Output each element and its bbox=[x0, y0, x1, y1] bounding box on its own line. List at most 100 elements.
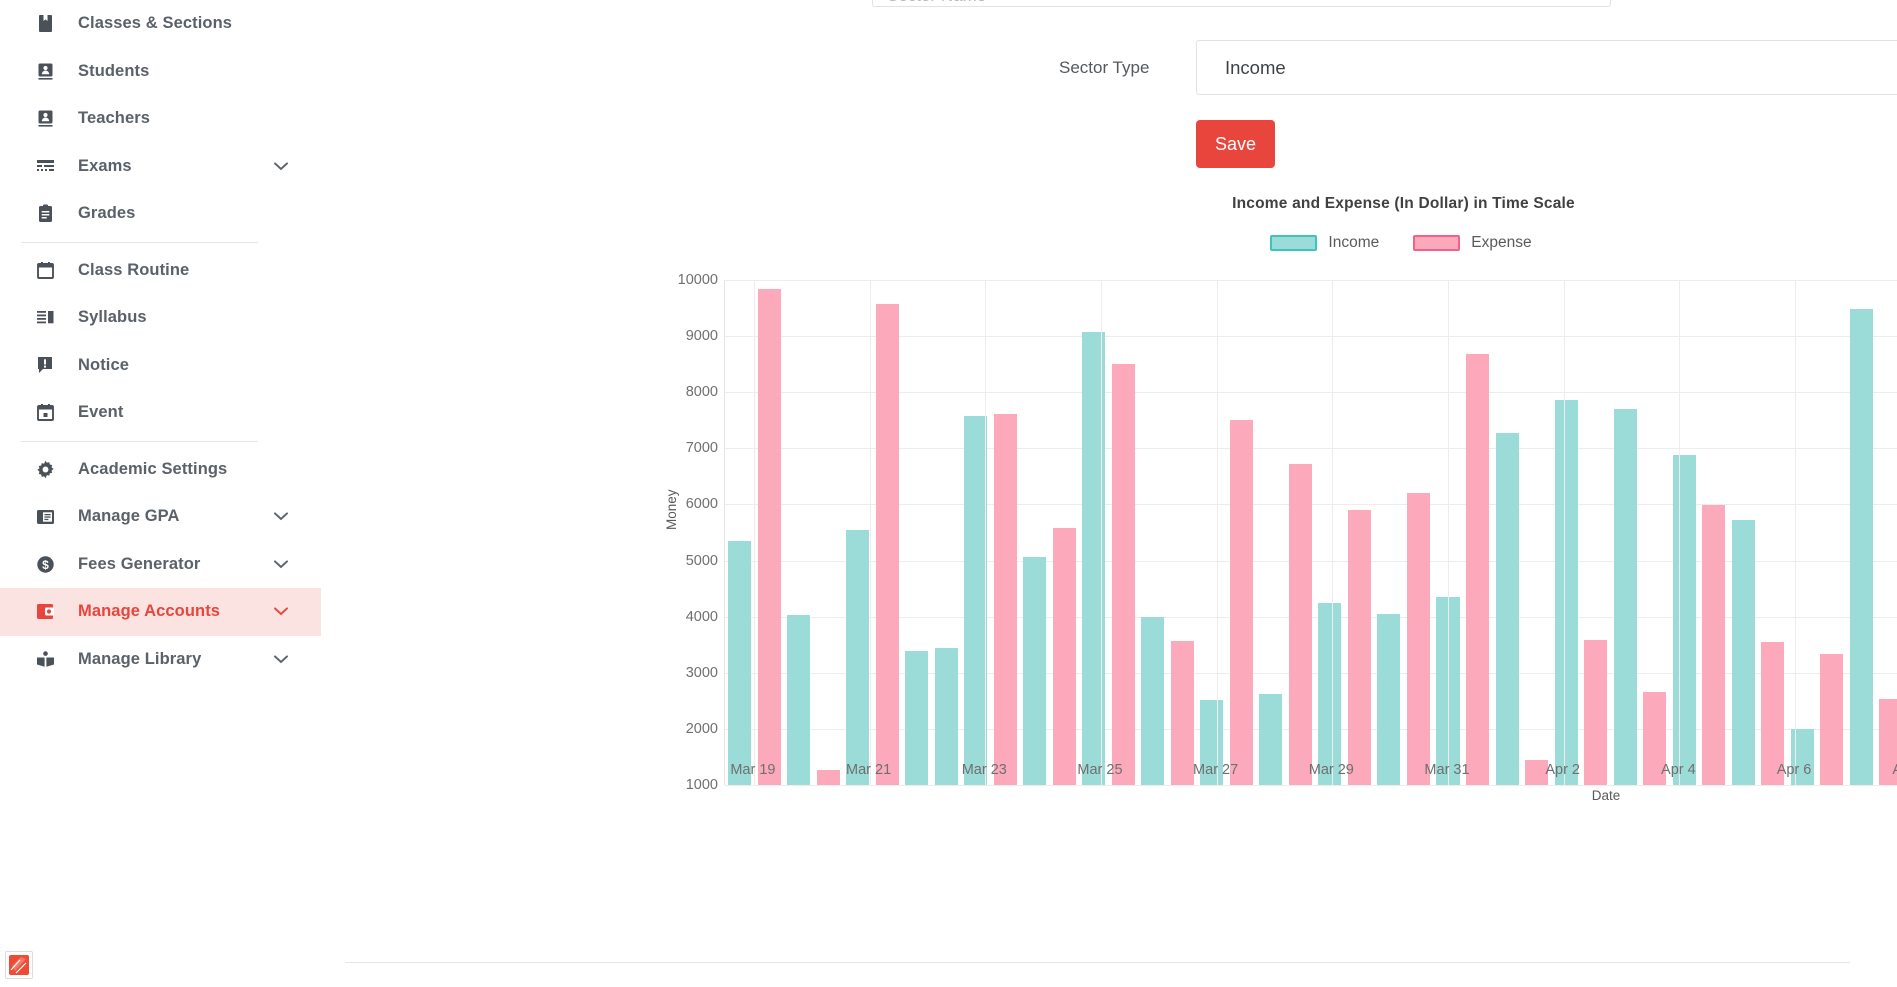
x-tick-label: Mar 21 bbox=[846, 762, 892, 778]
bar-income[interactable] bbox=[1672, 454, 1696, 785]
y-tick-label: 5000 bbox=[685, 552, 718, 569]
sidebar-item-manage-gpa[interactable]: Manage GPA bbox=[0, 493, 321, 541]
x-gridline bbox=[1332, 280, 1334, 785]
bar-expense[interactable] bbox=[757, 288, 781, 785]
bar-income[interactable] bbox=[728, 540, 752, 785]
bar-expense[interactable] bbox=[1702, 505, 1726, 785]
sidebar-item-fees-generator[interactable]: $ Fees Generator bbox=[0, 541, 321, 589]
x-gridline bbox=[1679, 280, 1681, 785]
bar-income[interactable] bbox=[846, 530, 870, 785]
gridline bbox=[725, 448, 1897, 450]
gridline bbox=[725, 785, 1897, 786]
gridline bbox=[725, 392, 1897, 394]
bar-income[interactable] bbox=[964, 416, 988, 785]
main-content: Sector Name Sector Type Income Save Inco… bbox=[321, 0, 1897, 987]
bar-income[interactable] bbox=[1731, 519, 1755, 785]
y-tick-label: 8000 bbox=[685, 384, 718, 401]
sidebar-item-academic-settings[interactable]: Academic Settings bbox=[0, 446, 321, 494]
sidebar-item-grades[interactable]: Grades bbox=[0, 190, 321, 238]
sidebar-item-event[interactable]: Event bbox=[0, 389, 321, 437]
chevron-down-icon[interactable] bbox=[274, 560, 288, 569]
sidebar-item-class-routine[interactable]: Class Routine bbox=[0, 247, 321, 295]
sidebar-item-classes-sections[interactable]: Classes & Sections bbox=[0, 0, 321, 48]
sidebar-item-label: Fees Generator bbox=[78, 554, 201, 573]
syllabus-icon bbox=[30, 310, 60, 326]
x-tick-label: Mar 27 bbox=[1193, 762, 1239, 778]
bar-income[interactable] bbox=[1141, 617, 1165, 785]
bar-expense[interactable] bbox=[1052, 528, 1076, 785]
bar-expense[interactable] bbox=[993, 413, 1017, 785]
teacher-card-icon bbox=[30, 109, 60, 128]
x-gridline bbox=[1100, 280, 1102, 785]
sidebar-item-manage-library[interactable]: Manage Library bbox=[0, 636, 321, 684]
bar-expense[interactable] bbox=[1347, 510, 1371, 785]
sidebar-item-exams[interactable]: Exams bbox=[0, 143, 321, 191]
sidebar-divider bbox=[21, 241, 258, 243]
bar-expense[interactable] bbox=[1170, 640, 1194, 785]
bar-expense[interactable] bbox=[875, 304, 899, 785]
bar-expense[interactable] bbox=[1288, 464, 1312, 785]
sector-type-select[interactable]: Income bbox=[1196, 40, 1897, 95]
bar-income[interactable] bbox=[1613, 409, 1637, 785]
bar-income[interactable] bbox=[1259, 694, 1283, 785]
bar-expense[interactable] bbox=[1584, 639, 1608, 785]
sidebar-item-syllabus[interactable]: Syllabus bbox=[0, 294, 321, 342]
sidebar-item-label: Classes & Sections bbox=[78, 14, 233, 33]
y-tick-label: 7000 bbox=[685, 440, 718, 457]
y-tick-label: 1000 bbox=[685, 777, 718, 793]
sidebar-item-label: Academic Settings bbox=[78, 459, 228, 478]
sidebar-item-manage-accounts[interactable]: Manage Accounts bbox=[0, 588, 321, 636]
sidebar-item-label: Syllabus bbox=[78, 308, 147, 327]
bar-expense[interactable] bbox=[1229, 420, 1253, 785]
bar-income[interactable] bbox=[1377, 614, 1401, 785]
sector-name-input[interactable]: Sector Name bbox=[872, 0, 1611, 7]
x-gridline bbox=[985, 280, 987, 785]
bar-income[interactable] bbox=[1318, 602, 1342, 785]
sidebar: Classes & Sections Students Teachers Exams G… bbox=[0, 0, 321, 987]
chevron-down-icon[interactable] bbox=[274, 655, 288, 664]
chevron-down-icon[interactable] bbox=[274, 162, 288, 171]
x-tick-label: Apr 6 bbox=[1776, 762, 1812, 778]
x-tick-label: Mar 25 bbox=[1077, 762, 1123, 778]
chevron-down-icon[interactable] bbox=[274, 512, 288, 521]
bar-income[interactable] bbox=[934, 648, 958, 785]
clipboard-icon bbox=[30, 204, 60, 223]
dollar-coin-icon: $ bbox=[30, 555, 60, 574]
chevron-down-icon[interactable] bbox=[274, 607, 288, 616]
event-calendar-icon bbox=[30, 403, 60, 422]
bar-expense[interactable] bbox=[1406, 493, 1430, 785]
sidebar-item-label: Teachers bbox=[78, 109, 151, 128]
x-tick-label: Mar 31 bbox=[1424, 762, 1470, 778]
chart-plot-area: Money 1000 2000 3000 4000 5000 6000 7000 8000 90… bbox=[664, 250, 1897, 880]
sidebar-item-label: Manage Accounts bbox=[78, 602, 221, 621]
app-logo-icon[interactable] bbox=[5, 951, 33, 979]
x-gridline bbox=[1563, 280, 1565, 785]
footer-divider bbox=[345, 962, 1850, 963]
bar-income[interactable] bbox=[905, 650, 929, 785]
bar-expense[interactable] bbox=[1466, 354, 1490, 785]
chart-title: Income and Expense (In Dollar) in Time S… bbox=[1232, 195, 1575, 212]
bar-expense[interactable] bbox=[1111, 364, 1135, 785]
save-button[interactable]: Save bbox=[1196, 120, 1275, 168]
gpa-card-icon bbox=[30, 509, 60, 525]
bar-income[interactable] bbox=[1023, 557, 1047, 785]
bars-canvas bbox=[724, 280, 1897, 786]
legend-swatch-icon bbox=[1413, 235, 1461, 251]
bar-income[interactable] bbox=[1849, 308, 1873, 785]
sidebar-item-notice[interactable]: Notice bbox=[0, 342, 321, 390]
svg-text:$: $ bbox=[42, 558, 49, 572]
bar-income[interactable] bbox=[787, 614, 811, 785]
sidebar-item-students[interactable]: Students bbox=[0, 48, 321, 96]
sidebar-item-label: Exams bbox=[78, 156, 132, 175]
bar-income[interactable] bbox=[1495, 433, 1519, 785]
student-card-icon bbox=[30, 62, 60, 81]
bar-income[interactable] bbox=[1554, 399, 1578, 785]
sidebar-item-label: Notice bbox=[78, 355, 130, 374]
bar-expense[interactable] bbox=[816, 770, 840, 785]
x-gridline bbox=[1795, 280, 1797, 785]
x-tick-label: Mar 19 bbox=[730, 762, 776, 778]
sidebar-item-teachers[interactable]: Teachers bbox=[0, 95, 321, 143]
bar-expense[interactable] bbox=[1820, 653, 1844, 785]
exam-list-icon bbox=[30, 159, 60, 173]
x-tick-label: Apr 8 bbox=[1892, 762, 1897, 778]
